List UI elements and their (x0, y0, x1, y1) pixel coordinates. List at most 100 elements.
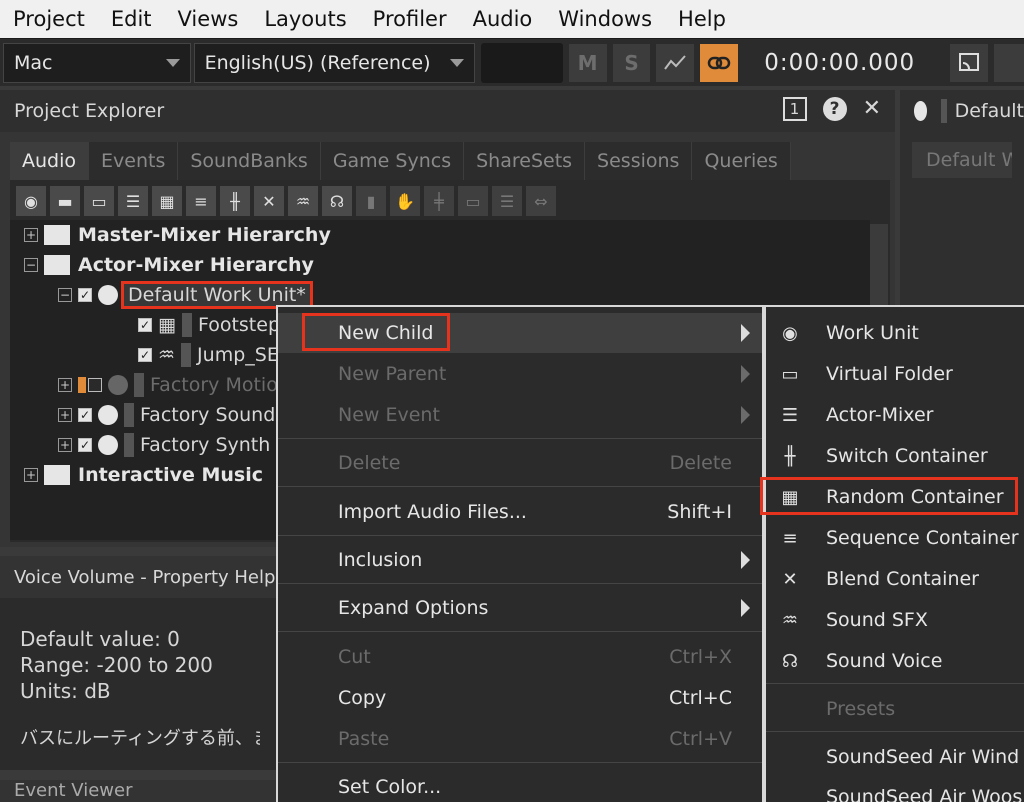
tab-audio[interactable]: Audio (10, 142, 90, 180)
object-name-field[interactable]: Default Wo (912, 142, 1012, 178)
submenu-item-label: SoundSeed Air Woosh (826, 786, 1024, 802)
menu-help[interactable]: Help (665, 0, 739, 38)
menu-project[interactable]: Project (0, 0, 98, 38)
menu-item-label: Copy (338, 687, 387, 709)
actor-mixer-icon: ☰ (781, 404, 799, 426)
platform-dropdown[interactable]: Mac (3, 42, 191, 83)
close-icon[interactable]: ✕ (863, 96, 881, 121)
menu-windows[interactable]: Windows (545, 0, 665, 38)
menu-item-delete[interactable]: Delete Delete (278, 443, 762, 483)
folder-icon (44, 255, 70, 275)
expand-icon[interactable]: + (24, 228, 38, 242)
menu-item-new-event[interactable]: New Event (278, 395, 762, 435)
help-icon[interactable]: ? (822, 96, 847, 121)
tab-queries[interactable]: Queries (692, 142, 791, 180)
blend-container-icon[interactable]: ✕ (254, 186, 284, 216)
checkbox[interactable] (88, 378, 102, 392)
menu-edit[interactable]: Edit (98, 0, 165, 38)
expand-icon[interactable]: + (58, 408, 72, 422)
submenu-item-virtual-folder[interactable]: ▭ Virtual Folder (766, 354, 1024, 394)
submenu-item-soundseed-air-woosh[interactable]: SoundSeed Air Woosh (766, 777, 1024, 802)
tab-sharesets[interactable]: ShareSets (464, 142, 586, 180)
layout-button[interactable] (994, 43, 1024, 82)
platform-value: Mac (14, 51, 53, 74)
tab-sessions[interactable]: Sessions (585, 142, 693, 180)
tree-item-interactive-music[interactable]: + Interactive Music (24, 460, 263, 490)
submenu-item-switch-container[interactable]: ╫ Switch Container (766, 436, 1024, 476)
menu-item-paste[interactable]: Paste Ctrl+V (278, 719, 762, 759)
checkbox[interactable]: ✓ (78, 408, 92, 422)
tab-events[interactable]: Events (89, 142, 179, 180)
solo-button[interactable]: S (612, 43, 651, 82)
checkbox[interactable]: ✓ (138, 348, 152, 362)
virtual-folder-icon[interactable]: ▭ (84, 186, 114, 216)
sequence-container-icon[interactable]: ≡ (186, 186, 216, 216)
expand-icon[interactable]: + (58, 438, 72, 452)
submenu-item-label: Sequence Container (826, 527, 1019, 549)
tree-item-default-work-unit[interactable]: − ✓ Default Work Unit* (58, 280, 313, 310)
folder-icon[interactable]: ▬ (50, 186, 80, 216)
transport-field[interactable] (480, 42, 563, 83)
menu-item-cut[interactable]: Cut Ctrl+X (278, 637, 762, 677)
tab-soundbanks[interactable]: SoundBanks (178, 142, 321, 180)
language-dropdown[interactable]: English(US) (Reference) (193, 42, 475, 83)
tree-scrollbar[interactable] (870, 224, 888, 314)
music-segment-icon[interactable]: ╪ (424, 186, 454, 216)
collapse-icon[interactable]: − (58, 288, 72, 302)
random-container-icon[interactable]: ▦ (152, 186, 182, 216)
aux-bus-icon[interactable]: ⇔ (526, 186, 556, 216)
menu-item-label: Expand Options (338, 597, 489, 619)
tree-item-factory-motion[interactable]: + Factory Motion (58, 370, 290, 400)
menu-profiler[interactable]: Profiler (360, 0, 460, 38)
menu-item-set-color[interactable]: Set Color... (278, 767, 762, 802)
music-playlist-icon[interactable]: ✋ (390, 186, 420, 216)
tree-item-jump-se[interactable]: ✓ ♒ Jump_SE (138, 340, 279, 370)
menu-item-expand-options[interactable]: Expand Options (278, 588, 762, 628)
menu-item-label: Delete (338, 452, 401, 474)
menu-separator (278, 583, 762, 584)
checkbox[interactable]: ✓ (138, 318, 152, 332)
music-track-icon[interactable]: ▭ (458, 186, 488, 216)
sound-sfx-icon: ♒ (158, 344, 176, 366)
submenu-item-actor-mixer[interactable]: ☰ Actor-Mixer (766, 395, 1024, 435)
expand-icon[interactable]: + (24, 468, 38, 482)
checkbox[interactable]: ✓ (78, 288, 92, 302)
menu-item-copy[interactable]: Copy Ctrl+C (278, 678, 762, 718)
switch-container-icon[interactable]: ╫ (220, 186, 250, 216)
submenu-item-blend-container[interactable]: ✕ Blend Container (766, 559, 1024, 599)
tree-item-actor-mixer[interactable]: − Actor-Mixer Hierarchy (24, 250, 314, 280)
tab-game-syncs[interactable]: Game Syncs (320, 142, 465, 180)
tree-item-factory-synth[interactable]: + ✓ Factory Synth (58, 430, 270, 460)
remote-button[interactable] (950, 43, 989, 82)
actor-mixer-icon[interactable]: ☰ (118, 186, 148, 216)
language-value: English(US) (Reference) (204, 51, 431, 74)
menu-audio[interactable]: Audio (460, 0, 546, 38)
sound-sfx-icon[interactable]: ♒ (288, 186, 318, 216)
submenu-item-soundseed-air-wind[interactable]: SoundSeed Air Wind (766, 737, 1024, 777)
menu-item-inclusion[interactable]: Inclusion (278, 540, 762, 580)
menu-item-import-audio[interactable]: Import Audio Files... Shift+I (278, 492, 762, 532)
mute-button[interactable]: M (568, 43, 607, 82)
work-unit-icon[interactable]: ◉ (16, 186, 46, 216)
submenu-item-work-unit[interactable]: ◉ Work Unit (766, 313, 1024, 353)
tree-item-master-mixer[interactable]: + Master-Mixer Hierarchy (24, 220, 331, 250)
checkbox[interactable]: ✓ (78, 438, 92, 452)
tree-item-factory-sound[interactable]: + ✓ Factory Sound (58, 400, 275, 430)
expand-icon[interactable]: + (58, 378, 72, 392)
collapse-icon[interactable]: − (24, 258, 38, 272)
menu-layouts[interactable]: Layouts (251, 0, 359, 38)
submenu-item-sound-voice[interactable]: ☊ Sound Voice (766, 641, 1024, 681)
menu-views[interactable]: Views (165, 0, 252, 38)
graph-button[interactable] (656, 43, 695, 82)
submenu-item-sound-sfx[interactable]: ♒ Sound SFX (766, 600, 1024, 640)
link-button[interactable] (700, 43, 739, 82)
tree-label: Default Work Unit* (121, 281, 313, 309)
submenu-item-sequence-container[interactable]: ≡ Sequence Container (766, 518, 1024, 558)
submenu-arrow-icon (741, 406, 750, 424)
music-switch-icon[interactable]: ▮ (356, 186, 386, 216)
pin-view-button[interactable]: 1 (782, 96, 807, 121)
music-bus-icon[interactable]: ☰ (492, 186, 522, 216)
menu-item-new-parent[interactable]: New Parent (278, 354, 762, 394)
sound-voice-icon[interactable]: ☊ (322, 186, 352, 216)
tree-item-footsteps[interactable]: ✓ ▦ Footsteps (138, 310, 290, 340)
